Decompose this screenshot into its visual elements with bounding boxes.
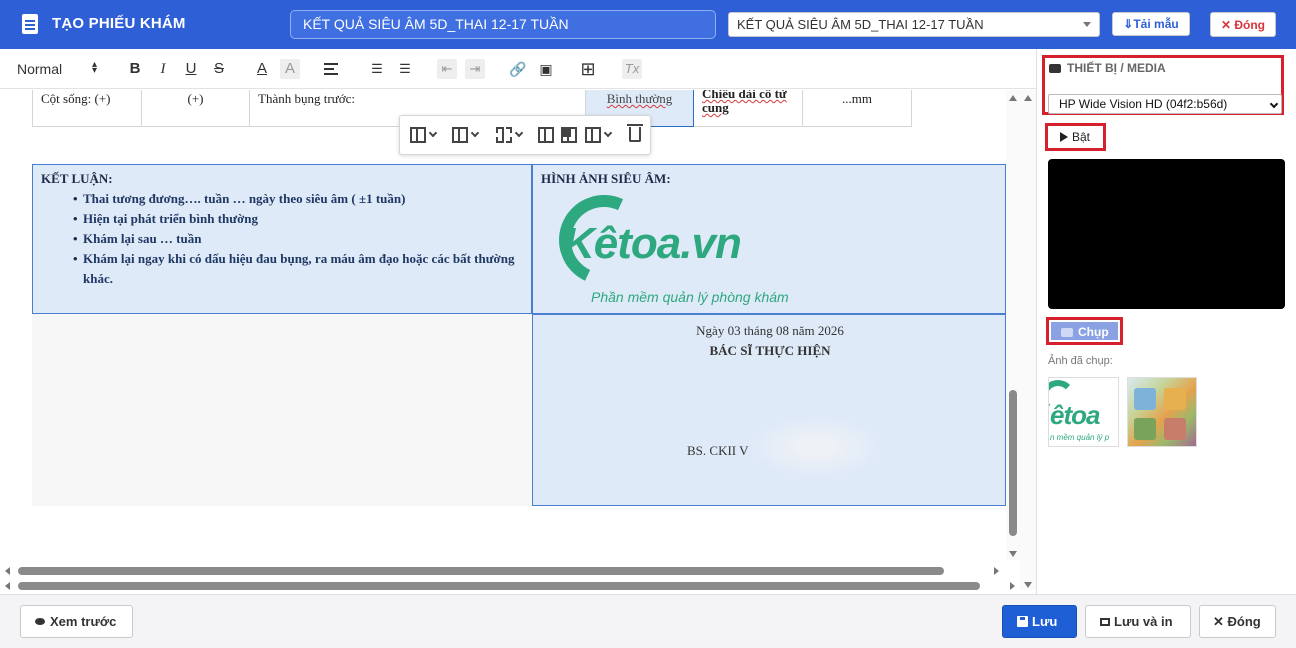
signature-title: BÁC SĨ THỰC HIỆN — [709, 343, 831, 358]
empty-cell — [32, 314, 532, 506]
chevron-down-icon[interactable] — [514, 128, 524, 138]
updown-caret-icon: ▴ ▾ — [92, 59, 98, 76]
table-cell[interactable]: Chiều dài cổ tử cung — [693, 90, 803, 127]
save-and-print-button[interactable]: Lưu và in — [1085, 605, 1191, 638]
table-align-icon[interactable] — [585, 127, 601, 143]
camera-icon — [1061, 328, 1073, 337]
table-cell[interactable]: Cột sống: (+) — [32, 90, 142, 127]
save-icon — [1017, 616, 1028, 627]
table-cell[interactable]: ...mm — [802, 90, 912, 127]
camera-device-select[interactable]: HP Wide Vision HD (04f2:b56d) — [1048, 94, 1282, 114]
chevron-down-icon — [1083, 22, 1091, 27]
editor-toolbar: Normal ▴ ▾ B I U S A A ☰ ☰ ⇤ ⇥ 🔗 ▣ ⊞ Tx — [0, 49, 1036, 89]
preview-button[interactable]: Xem trước — [20, 605, 133, 638]
captured-thumbnail[interactable] — [1127, 377, 1197, 447]
redacted-area — [751, 417, 881, 477]
bold-button[interactable]: B — [125, 59, 145, 79]
scroll-right-icon[interactable] — [994, 567, 999, 575]
editor-vertical-scroll-thumb[interactable] — [1009, 390, 1017, 536]
page-vertical-scrollbar[interactable] — [1020, 90, 1036, 590]
bullet-list-icon[interactable]: ☰ — [395, 59, 415, 79]
underline-button[interactable]: U — [181, 59, 201, 79]
chevron-down-icon[interactable] — [428, 128, 438, 138]
clear-format-icon[interactable]: Tx — [622, 59, 642, 79]
printer-icon — [1100, 618, 1110, 626]
image-section-label: HÌNH ẢNH SIÊU ÂM: — [541, 171, 671, 186]
scroll-up-icon[interactable] — [1009, 95, 1017, 101]
report-name-input[interactable]: KẾT QUẢ SIÊU ÂM 5D_THAI 12-17 TUẦN — [290, 10, 716, 39]
list-item: Hiện tại phát triển bình thường — [73, 209, 523, 229]
image-icon[interactable]: ▣ — [536, 59, 556, 79]
signature-date: Ngày 03 tháng 08 năm 2026 — [696, 323, 844, 338]
table-properties-icon[interactable] — [538, 127, 554, 143]
merge-cells-icon[interactable] — [496, 127, 512, 143]
doctor-name: BS. CKII V — [687, 443, 749, 458]
scroll-left-icon[interactable] — [5, 582, 10, 590]
scroll-down-icon[interactable] — [1024, 582, 1032, 588]
close-button-top[interactable]: ✕ Đóng — [1210, 12, 1276, 37]
captured-thumbnail[interactable]: êtoa n mềm quản lý p — [1048, 377, 1119, 447]
font-color-button[interactable]: A — [252, 59, 272, 79]
conclusion-label: KẾT LUẬN: — [41, 171, 113, 186]
template-select[interactable]: KẾT QUẢ SIÊU ÂM 5D_THAI 12-17 TUẦN — [728, 12, 1100, 37]
table-row-icon[interactable] — [452, 127, 468, 143]
indent-icon[interactable]: ⇥ — [465, 59, 485, 79]
page-title: TẠO PHIẾU KHÁM — [52, 15, 186, 32]
ultrasound-image-cell[interactable]: HÌNH ẢNH SIÊU ÂM: Kêtoa.vn Phần mềm quản… — [532, 164, 1006, 314]
table-icon[interactable]: ⊞ — [578, 59, 598, 79]
scroll-up-icon[interactable] — [1024, 95, 1032, 101]
chevron-down-icon — [1269, 99, 1279, 109]
italic-button[interactable]: I — [153, 59, 173, 79]
signature-cell[interactable]: Ngày 03 tháng 08 năm 2026 BÁC SĨ THỰC HI… — [532, 314, 1006, 506]
outdent-icon[interactable]: ⇤ — [437, 59, 457, 79]
close-button[interactable]: ✕ Đóng — [1199, 605, 1276, 638]
document-icon — [22, 14, 38, 34]
list-item: Thai tương đương…. tuần … ngày theo siêu… — [73, 189, 523, 209]
align-left-icon[interactable] — [324, 59, 344, 79]
start-camera-button[interactable]: Bật — [1045, 123, 1106, 151]
scroll-left-icon[interactable] — [5, 567, 10, 575]
list-item: Khám lại ngay khi có dấu hiệu đau bụng, … — [73, 249, 523, 289]
strike-button[interactable]: S — [209, 59, 229, 79]
document-editor[interactable]: Cột sống: (+) (+) Thành bụng trước: Bình… — [0, 90, 1006, 560]
ordered-list-icon[interactable]: ☰ — [367, 59, 387, 79]
table-context-toolbar — [399, 115, 651, 155]
chevron-down-icon[interactable] — [603, 128, 613, 138]
cell-properties-icon[interactable] — [561, 127, 577, 143]
eye-icon — [35, 618, 45, 625]
table-column-icon[interactable] — [410, 127, 426, 143]
captured-images-label: Ảnh đã chụp: — [1048, 355, 1113, 367]
ketoa-logo: Kêtoa.vn Phần mềm quản lý phòng khám — [539, 182, 819, 309]
list-item: Khám lại sau … tuần — [73, 229, 523, 249]
load-template-button[interactable]: ⇓Tải mẫu — [1112, 12, 1190, 36]
conclusion-cell[interactable]: KẾT LUẬN: Thai tương đương…. tuần … ngày… — [32, 164, 532, 314]
delete-table-icon[interactable] — [627, 124, 643, 142]
media-panel-title: THIẾT BỊ / MEDIA — [1049, 61, 1166, 75]
paragraph-style-select[interactable]: Normal — [17, 61, 62, 77]
camera-preview — [1048, 159, 1285, 309]
link-icon[interactable]: 🔗 — [508, 59, 528, 79]
conclusion-list: Thai tương đương…. tuần … ngày theo siêu… — [73, 189, 523, 289]
template-select-value: KẾT QUẢ SIÊU ÂM 5D_THAI 12-17 TUẦN — [737, 17, 984, 32]
highlight-button[interactable]: A — [280, 59, 300, 79]
chevron-down-icon[interactable] — [470, 128, 480, 138]
editor-horizontal-scroll-thumb[interactable] — [18, 567, 944, 575]
capture-button[interactable]: Chụp — [1046, 317, 1123, 345]
scroll-down-icon[interactable] — [1009, 551, 1017, 557]
page-horizontal-scroll-thumb[interactable] — [18, 582, 980, 590]
camera-icon — [1049, 64, 1061, 73]
save-button[interactable]: Lưu — [1002, 605, 1077, 638]
play-icon — [1060, 132, 1068, 142]
scroll-right-icon[interactable] — [1010, 582, 1015, 590]
table-cell[interactable]: (+) — [141, 90, 250, 127]
